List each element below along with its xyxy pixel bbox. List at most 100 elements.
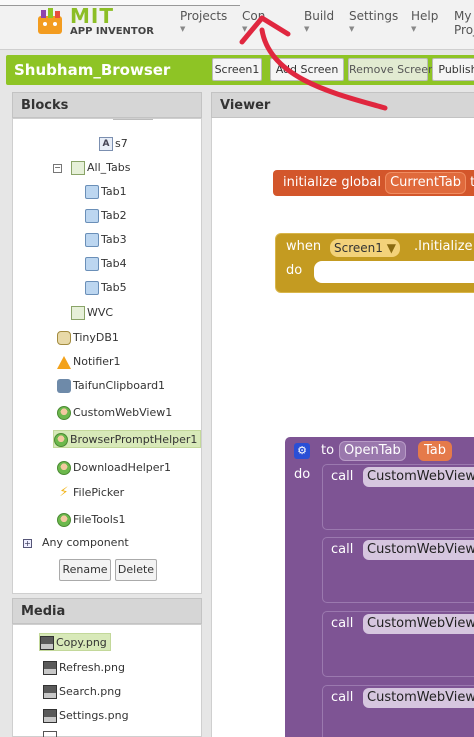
block-keyword-tail: t [470, 175, 474, 190]
media-item[interactable]: Refresh.png [43, 659, 125, 677]
menu-projects[interactable]: Projects ▼ [180, 9, 227, 33]
tree-item-prompt-helper[interactable]: BrowserPromptHelper1 [53, 430, 202, 448]
menu-settings-label: Settings [349, 9, 399, 23]
tree-item-tab5[interactable]: Tab5 [85, 279, 127, 297]
clipboard-icon [57, 379, 71, 393]
call-keyword: call [331, 542, 354, 557]
collapse-icon[interactable]: − [53, 163, 62, 173]
arrangement-icon [71, 306, 85, 320]
call-component-name[interactable]: CustomWebView [363, 540, 474, 560]
image-icon [43, 661, 57, 675]
image-icon [43, 731, 57, 737]
tree-item-s7[interactable]: As7 [99, 135, 128, 153]
procedure-parameter[interactable]: Tab [418, 441, 453, 461]
tree-item-label: Notifier1 [73, 355, 121, 368]
media-item[interactable]: Copy.png [39, 633, 111, 651]
block-keyword-when: when [286, 239, 322, 254]
call-component-name[interactable]: CustomWebView [363, 614, 474, 634]
triangle-down-icon: ▼ [386, 241, 396, 255]
extension-icon [57, 461, 71, 475]
call-block[interactable]: call CustomWebView [322, 537, 474, 603]
project-title: Shubham_Browser [14, 61, 171, 79]
component-dropdown[interactable]: Screen1 ▼ [330, 239, 400, 257]
chevron-down-icon: ▼ [242, 25, 248, 33]
extension-icon [57, 406, 71, 420]
media-item[interactable]: Settings.png [43, 707, 129, 725]
tree-item-wvc[interactable]: WVC [71, 304, 113, 322]
screen-select-button[interactable]: Screen1 [212, 58, 262, 81]
media-file-name: Refresh.png [59, 661, 125, 674]
call-component-name[interactable]: CustomWebView [363, 467, 474, 487]
expand-icon[interactable]: + [23, 538, 32, 548]
tree-item-tab4[interactable]: Tab4 [85, 255, 127, 273]
tree-item-download-helper[interactable]: DownloadHelper1 [57, 459, 171, 477]
block-keyword-do: do [294, 467, 311, 482]
remove-screen-button[interactable]: Remove Screen [348, 58, 435, 81]
rename-button[interactable]: Rename [59, 559, 111, 581]
chevron-down-icon: ▼ [349, 25, 355, 33]
do-statement-slot[interactable] [314, 261, 474, 283]
chevron-down-icon: ▼ [411, 25, 417, 33]
tree-item-label: Any component [42, 536, 129, 549]
menu-settings[interactable]: Settings ▼ [349, 9, 399, 33]
app-inventor-window: MIT APP INVENTOR Projects ▼ Con ▼ Build ▼ S… [0, 0, 474, 737]
tree-item-any-component[interactable]: + Any component [23, 534, 129, 552]
app-inventor-logo-icon [38, 8, 62, 34]
arrangement-icon [71, 161, 85, 175]
screen-initialize-event-block[interactable]: when Screen1 ▼ .Initialize do [275, 233, 474, 293]
tree-item-all-tabs[interactable]: − All_Tabs [53, 159, 131, 177]
tree-item-customwebview[interactable]: CustomWebView1 [57, 404, 172, 422]
initialize-global-block[interactable]: initialize global CurrentTab t [273, 170, 474, 196]
block-keyword: initialize global [283, 175, 381, 190]
warning-icon [57, 355, 71, 369]
media-item[interactable]: Search.png [43, 683, 121, 701]
menu-help-label: Help [411, 9, 439, 23]
logo-subtitle: APP INVENTOR [70, 26, 154, 37]
chevron-down-icon: ▼ [180, 25, 186, 33]
call-block[interactable]: call CustomWebView [322, 685, 474, 737]
tree-item-label: CustomWebView1 [73, 406, 173, 419]
event-name: .Initialize [414, 239, 473, 254]
extension-icon [57, 513, 71, 527]
call-block[interactable]: call CustomWebView [322, 464, 474, 530]
arrangement-icon [85, 185, 99, 199]
mit-logo[interactable]: MIT APP INVENTOR [34, 4, 154, 42]
viewer-panel-header: Viewer [211, 92, 474, 118]
tree-item-filepicker[interactable]: ⚡ FilePicker [57, 484, 124, 502]
delete-button[interactable]: Delete [115, 559, 157, 581]
gear-icon[interactable]: ⚙ [294, 443, 310, 459]
arrangement-icon [85, 257, 99, 271]
media-file-name: Search.png [59, 685, 122, 698]
publish-button[interactable]: Publish [432, 58, 474, 81]
block-keyword-do: do [286, 263, 303, 278]
tree-item-label: Tab2 [101, 209, 127, 222]
menu-help[interactable]: Help ▼ [411, 9, 439, 33]
tree-item-tinydb[interactable]: TinyDB1 [57, 329, 119, 347]
tree-item-tab1[interactable]: Tab1 [85, 183, 127, 201]
menu-connect[interactable]: Con ▼ [242, 9, 265, 33]
media-file-name: Copy.png [56, 636, 107, 649]
menu-build[interactable]: Build ▼ [304, 9, 334, 33]
tree-item-notifier[interactable]: Notifier1 [57, 353, 121, 371]
image-icon [43, 709, 57, 723]
tree-item-label: FilePicker [73, 486, 125, 499]
arrangement-icon [85, 281, 99, 295]
tree-item-clipboard[interactable]: TaifunClipboard1 [57, 377, 165, 395]
tree-item-filetools[interactable]: FileTools1 [57, 511, 126, 529]
add-screen-button[interactable]: Add Screen [270, 58, 344, 81]
tree-item-label: FileTools1 [73, 513, 126, 526]
global-variable-name[interactable]: CurrentTab [385, 171, 466, 194]
procedure-block[interactable]: ⚙ to OpenTab Tab do call CustomWebView c… [285, 437, 474, 737]
label-icon: A [99, 137, 113, 151]
call-block[interactable]: call CustomWebView [322, 611, 474, 677]
menu-my-projects[interactable]: My Proj [454, 9, 474, 42]
call-component-name[interactable]: CustomWebView [363, 688, 474, 708]
database-icon [57, 331, 71, 345]
tree-item-label: Tab4 [101, 257, 127, 270]
media-file-name: Settings.png [59, 709, 129, 722]
tree-item-tab3[interactable]: Tab3 [85, 231, 127, 249]
image-icon [40, 636, 54, 650]
top-bar: MIT APP INVENTOR Projects ▼ Con ▼ Build ▼ S… [0, 0, 474, 50]
tree-item-tab2[interactable]: Tab2 [85, 207, 127, 225]
procedure-name[interactable]: OpenTab [339, 441, 406, 461]
